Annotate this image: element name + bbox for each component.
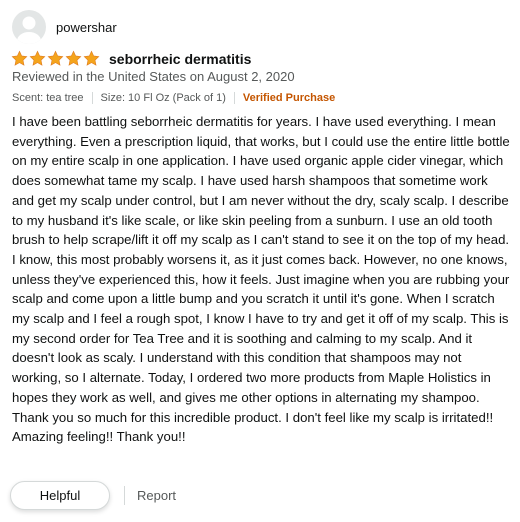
report-link[interactable]: Report bbox=[137, 488, 176, 503]
size-variant[interactable]: Size: 10 Fl Oz (Pack of 1) bbox=[101, 92, 226, 104]
star-icon bbox=[47, 50, 64, 66]
star-icon bbox=[29, 50, 46, 66]
star-rating[interactable] bbox=[11, 50, 101, 67]
meta-separator bbox=[91, 92, 93, 104]
star-icon bbox=[11, 50, 28, 66]
review-body: I have been battling seborrheic dermatit… bbox=[12, 114, 510, 445]
rating-row: seborrheic dermatitis bbox=[11, 50, 251, 67]
review-actions: Helpful Report bbox=[10, 481, 176, 510]
star-icon bbox=[83, 50, 100, 66]
review-card: powershar seborrheic dermatitis Reviewed… bbox=[0, 0, 520, 522]
scent-variant[interactable]: Scent: tea tree bbox=[12, 92, 84, 104]
review-meta: Scent: tea tree Size: 10 Fl Oz (Pack of … bbox=[12, 92, 335, 104]
reviewer-name[interactable]: powershar bbox=[56, 20, 117, 35]
verified-purchase-badge[interactable]: Verified Purchase bbox=[243, 92, 335, 104]
star-icon bbox=[65, 50, 82, 66]
reviewer-profile[interactable]: powershar bbox=[12, 10, 117, 44]
review-date: Reviewed in the United States on August … bbox=[12, 69, 295, 84]
review-title[interactable]: seborrheic dermatitis bbox=[109, 51, 251, 67]
action-divider bbox=[124, 486, 125, 505]
default-user-icon[interactable] bbox=[12, 10, 46, 44]
meta-separator bbox=[233, 92, 235, 104]
helpful-button[interactable]: Helpful bbox=[10, 481, 110, 510]
